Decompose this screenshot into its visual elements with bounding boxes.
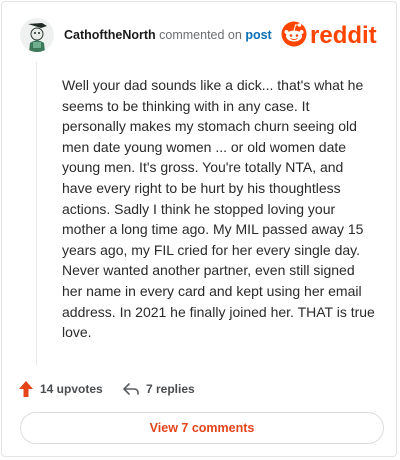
reddit-logo[interactable]: reddit xyxy=(280,18,386,52)
upvote-count: 14 upvotes xyxy=(40,382,103,396)
view-comments-button[interactable]: View 7 comments xyxy=(20,412,384,444)
comment-header: CathoftheNorth commented on post reddit xyxy=(20,16,386,54)
post-link[interactable]: post xyxy=(245,28,271,42)
user-avatar[interactable] xyxy=(20,18,54,52)
reply-count: 7 replies xyxy=(146,382,195,396)
comment-card: CathoftheNorth commented on post reddit … xyxy=(1,1,397,457)
byline-verb: commented on xyxy=(159,28,242,42)
reply-arrow-icon xyxy=(123,383,139,395)
reddit-logo-icon: reddit xyxy=(281,21,377,49)
username[interactable]: CathoftheNorth xyxy=(64,28,156,42)
comment-byline: CathoftheNorth commented on post xyxy=(64,28,272,42)
comment-body: Well your dad sounds like a dick... that… xyxy=(62,77,375,341)
upvote-arrow-icon xyxy=(19,381,33,397)
replies-button[interactable]: 7 replies xyxy=(122,378,195,400)
upvote-button[interactable]: 14 upvotes xyxy=(18,378,103,400)
comment-actions: 14 upvotes 7 replies xyxy=(18,378,384,400)
brand-wordmark: reddit xyxy=(310,22,377,49)
thread-line xyxy=(36,62,37,365)
